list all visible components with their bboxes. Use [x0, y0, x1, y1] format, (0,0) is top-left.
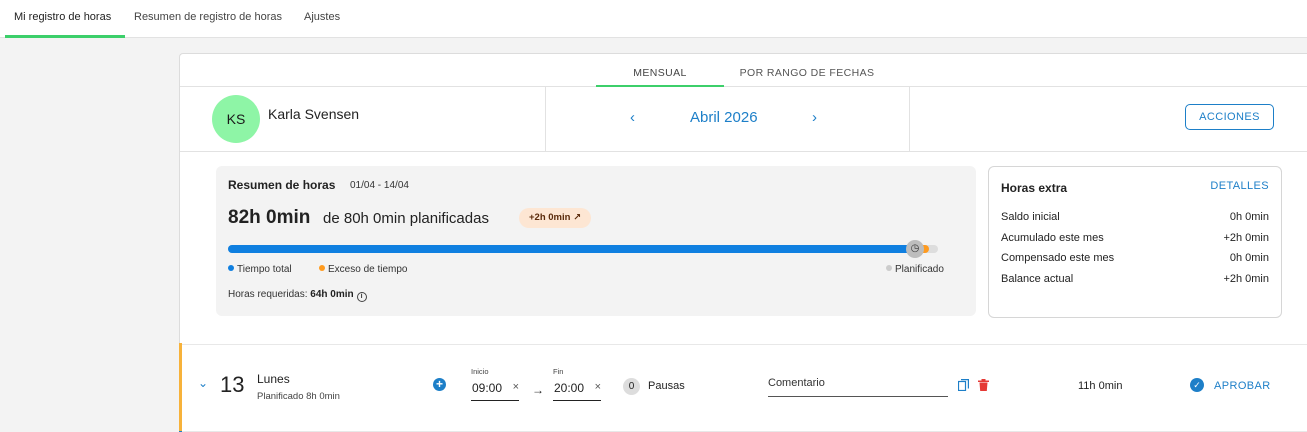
- summary-title: Resumen de horas: [228, 178, 336, 192]
- orange-dot-icon: [319, 265, 325, 271]
- info-icon[interactable]: i: [356, 292, 367, 302]
- hours-progress-bar: ◷: [228, 240, 938, 258]
- worked-hours: 82h 0min: [228, 207, 311, 228]
- divider: [909, 87, 910, 152]
- day-name: Lunes: [257, 372, 290, 386]
- actions-button[interactable]: ACCIONES: [1185, 104, 1274, 130]
- overtime-row-value: 0h 0min: [1229, 211, 1269, 223]
- end-time-value[interactable]: 20:00: [554, 381, 584, 395]
- tab-resumen[interactable]: Resumen de registro de horas: [125, 0, 291, 38]
- approve-button[interactable]: APROBAR: [1214, 380, 1271, 392]
- trash-icon[interactable]: [978, 379, 989, 391]
- gray-dot-icon: [886, 265, 892, 271]
- planned-hours-text: de 80h 0min planificadas: [323, 210, 489, 227]
- month-label: Abril 2026: [690, 109, 758, 126]
- day-status-stripe: [179, 343, 182, 432]
- divider: [545, 87, 546, 152]
- legend-planned-label: Planificado: [895, 264, 944, 275]
- start-time-field[interactable]: Inicio 09:00 ×: [471, 367, 519, 401]
- tab-mensual[interactable]: MENSUAL: [596, 54, 724, 87]
- overtime-row-value: +2h 0min: [1223, 273, 1269, 285]
- user-name: Karla Svensen: [268, 106, 360, 122]
- overtime-card: Horas extra DETALLES Saldo inicial 0h 0mi…: [988, 166, 1282, 318]
- required-hours: Horas requeridas: 64h 0min i: [228, 289, 367, 302]
- day-row: ⌄ 13 Lunes Planificado 8h 0min + Inicio …: [179, 343, 1307, 432]
- top-navigation: Mi registro de horas Resumen de registro…: [0, 0, 1307, 38]
- overtime-row-value: +2h 0min: [1223, 232, 1269, 244]
- comment-field[interactable]: Comentario: [768, 377, 948, 397]
- timesheet-panel: MENSUAL POR RANGO DE FECHAS KS Karla Sve…: [179, 53, 1307, 432]
- progress-fill: [228, 245, 921, 253]
- blue-dot-icon: [228, 265, 234, 271]
- overtime-row-label: Saldo inicial: [1001, 211, 1060, 223]
- check-circle-icon[interactable]: ✓: [1190, 378, 1204, 392]
- overtime-row-value: 0h 0min: [1229, 252, 1269, 264]
- add-entry-button[interactable]: +: [433, 378, 446, 391]
- legend-excess: Exceso de tiempo: [319, 264, 408, 275]
- chevron-down-icon[interactable]: ⌄: [198, 376, 208, 390]
- legend-excess-label: Exceso de tiempo: [328, 264, 408, 275]
- tab-mi-registro[interactable]: Mi registro de horas: [5, 0, 125, 38]
- overtime-row-label: Acumulado este mes: [1001, 232, 1104, 244]
- view-tabs: MENSUAL POR RANGO DE FECHAS: [180, 54, 1307, 87]
- start-time-value[interactable]: 09:00: [472, 381, 502, 395]
- legend-planned: Planificado: [886, 264, 944, 275]
- clear-icon[interactable]: ×: [513, 381, 519, 393]
- chevron-right-icon[interactable]: ›: [812, 109, 817, 126]
- legend-total-label: Tiempo total: [237, 264, 292, 275]
- day-planned: Planificado 8h 0min: [257, 391, 340, 402]
- summary-range: 01/04 - 14/04: [350, 180, 409, 191]
- overtime-row-label: Balance actual: [1001, 273, 1074, 285]
- end-time-label: Fin: [553, 367, 564, 376]
- overtime-row: Compensado este mes 0h 0min: [1001, 252, 1269, 264]
- required-value: 64h 0min: [310, 289, 354, 300]
- end-time-field[interactable]: Fin 20:00 ×: [553, 367, 601, 401]
- tab-rango-fechas[interactable]: POR RANGO DE FECHAS: [732, 54, 882, 87]
- arrow-right-icon: →: [532, 383, 544, 397]
- avatar: KS: [212, 95, 260, 143]
- overtime-title: Horas extra: [1001, 181, 1068, 195]
- day-number: 13: [220, 372, 245, 397]
- header-row: KS Karla Svensen ‹ Abril 2026 › ACCIONES: [180, 87, 1307, 152]
- details-button[interactable]: DETALLES: [1210, 180, 1269, 192]
- overtime-row: Saldo inicial 0h 0min: [1001, 211, 1269, 223]
- hours-summary-card: Resumen de horas 01/04 - 14/04 82h 0min …: [216, 166, 976, 316]
- required-label: Horas requeridas:: [228, 289, 308, 300]
- chevron-left-icon[interactable]: ‹: [630, 109, 635, 126]
- legend-total: Tiempo total: [228, 264, 292, 275]
- pauses-count: 0: [623, 378, 640, 395]
- tab-ajustes[interactable]: Ajustes: [295, 0, 349, 38]
- clear-icon[interactable]: ×: [595, 381, 601, 393]
- overtime-row: Acumulado este mes +2h 0min: [1001, 232, 1269, 244]
- clock-icon: ◷: [905, 240, 924, 258]
- overtime-badge: +2h 0min ↗: [519, 208, 592, 228]
- copy-icon[interactable]: [958, 379, 969, 391]
- start-time-label: Inicio: [471, 367, 489, 376]
- pauses-label[interactable]: Pausas: [648, 380, 685, 392]
- overtime-row-label: Compensado este mes: [1001, 252, 1115, 264]
- day-total: 11h 0min: [1078, 380, 1123, 392]
- overtime-row: Balance actual +2h 0min: [1001, 273, 1269, 285]
